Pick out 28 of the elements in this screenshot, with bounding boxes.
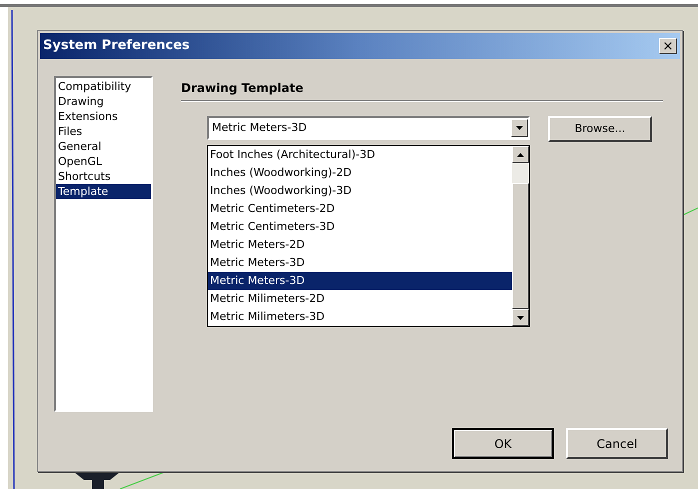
template-option[interactable]: Metric Milimeters-3D (208, 308, 512, 326)
template-option[interactable]: Foot Inches (Architectural)-3D (208, 146, 512, 164)
template-option[interactable]: Metric Meters-3D (208, 272, 512, 290)
scroll-down-icon[interactable] (512, 309, 529, 326)
template-option[interactable]: Metric Centimeters-3D (208, 218, 512, 236)
template-option[interactable]: Inches (Woodworking)-3D (208, 182, 512, 200)
category-item[interactable]: Files (56, 124, 151, 139)
section-heading: Drawing Template (181, 80, 304, 97)
template-option[interactable]: Metric Milimeters-2D (208, 290, 512, 308)
scroll-up-icon[interactable] (512, 146, 529, 163)
dialog-button[interactable]: Cancel (566, 428, 668, 459)
scroll-thumb[interactable] (512, 183, 529, 309)
category-item[interactable]: Compatibility (56, 79, 151, 94)
template-option[interactable]: Metric Meters-3D (208, 254, 512, 272)
dialog-button[interactable]: OK (452, 428, 554, 459)
window-title: System Preferences (43, 37, 190, 56)
category-item[interactable]: General (56, 139, 151, 154)
category-item[interactable]: Shortcuts (56, 169, 151, 184)
template-option[interactable]: Metric Meters-2D (208, 236, 512, 254)
category-item[interactable]: Drawing (56, 94, 151, 109)
close-button[interactable]: × (659, 38, 677, 54)
template-option[interactable]: Inches (Woodworking)-2D (208, 164, 512, 182)
template-option[interactable]: Metric Centimeters-2D (208, 200, 512, 218)
category-item[interactable]: Extensions (56, 109, 151, 124)
template-dropdown[interactable]: Metric Meters-3D (207, 116, 530, 140)
category-item[interactable]: Template (56, 184, 151, 199)
browse-button[interactable]: Browse... (548, 116, 652, 142)
category-item[interactable]: OpenGL (56, 154, 151, 169)
